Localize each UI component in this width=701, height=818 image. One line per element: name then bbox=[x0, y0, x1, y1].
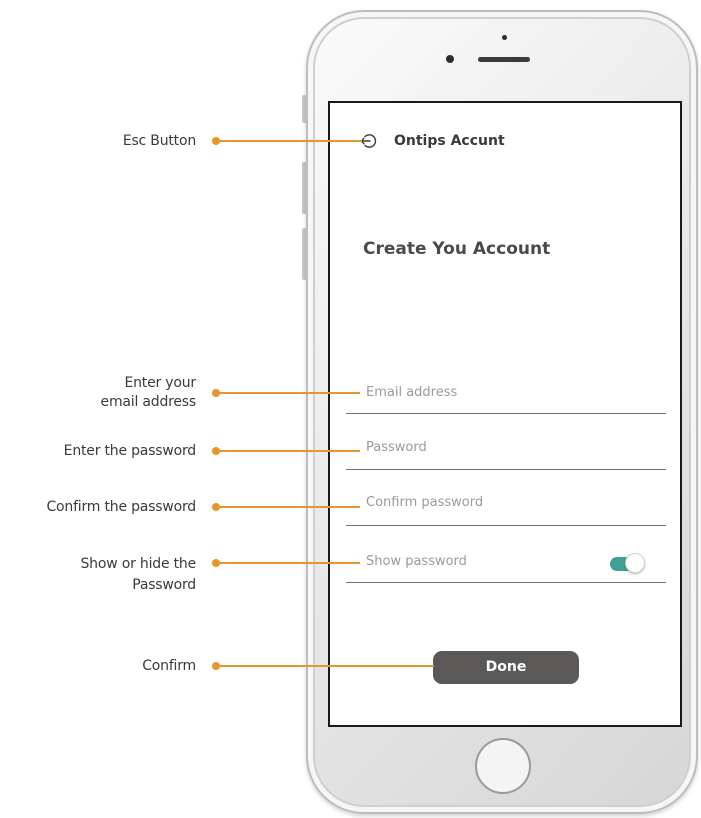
confirm-password-field[interactable]: Confirm password bbox=[366, 494, 483, 512]
email-field[interactable]: Email address bbox=[366, 384, 457, 402]
annotation-show-label-line1: Show or hide the bbox=[80, 556, 197, 572]
annotation-show-line bbox=[216, 562, 360, 564]
phone-speaker bbox=[478, 57, 530, 62]
password-field[interactable]: Password bbox=[366, 439, 427, 457]
email-field-underline bbox=[346, 413, 666, 414]
password-field-underline bbox=[346, 469, 666, 470]
annotation-email-label-line1: Enter your bbox=[124, 375, 196, 391]
phone-sensor bbox=[502, 35, 507, 40]
annotation-show-label-line2: Password bbox=[132, 577, 196, 593]
annotation-email-label-line2: email address bbox=[100, 394, 197, 410]
show-password-underline bbox=[346, 582, 666, 583]
annotation-esc-line bbox=[216, 140, 362, 142]
annotation-confirm-line bbox=[216, 665, 434, 667]
annotated-diagram: Ontips Accunt Create You Account Email a… bbox=[0, 0, 701, 818]
phone-camera bbox=[446, 55, 454, 63]
annotation-email-line bbox=[216, 392, 360, 394]
annotation-password-line bbox=[216, 450, 360, 452]
done-button[interactable]: Done bbox=[433, 651, 579, 684]
back-arrow-icon[interactable] bbox=[360, 132, 378, 150]
show-password-label: Show password bbox=[366, 554, 467, 569]
phone-screen bbox=[328, 101, 682, 727]
annotation-confirm-password-line bbox=[216, 506, 360, 508]
annotation-confirm-label: Confirm bbox=[142, 658, 196, 674]
annotation-confirm-password-label: Confirm the password bbox=[46, 499, 196, 515]
app-title: Ontips Accunt bbox=[394, 133, 505, 149]
annotation-esc-label: Esc Button bbox=[122, 133, 196, 149]
page-heading: Create You Account bbox=[363, 239, 551, 259]
confirm-password-field-underline bbox=[346, 525, 666, 526]
phone-home-button bbox=[475, 738, 531, 794]
annotation-password-label: Enter the password bbox=[63, 443, 197, 459]
show-password-toggle-knob[interactable] bbox=[625, 553, 645, 573]
